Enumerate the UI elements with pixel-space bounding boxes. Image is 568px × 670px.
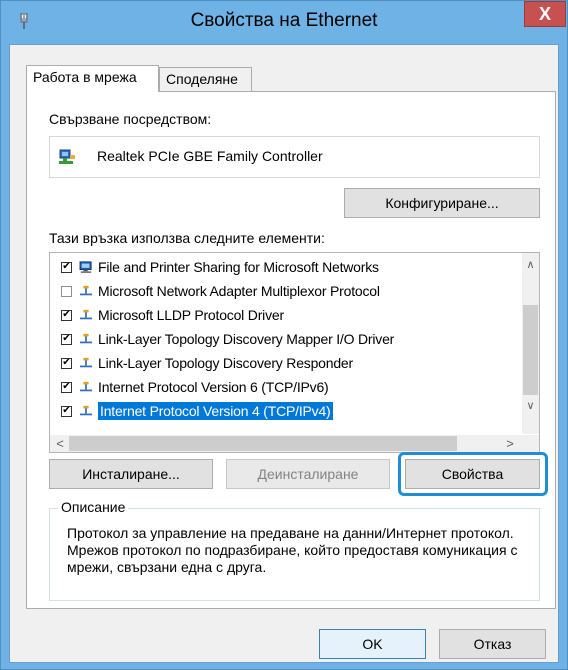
computer-icon [79,261,92,273]
title-bar[interactable]: Свойства на Ethernet X [1,1,567,44]
list-item[interactable]: ✔ Link-Layer Topology Discovery Mapper I/… [50,328,394,350]
cancel-button[interactable]: Отказ [439,629,546,659]
uninstall-button-label: Деинсталиране [257,466,359,482]
list-item[interactable]: ✔ Internet Protocol Version 4 (TCP/IPv4) [50,400,333,422]
item-checkbox[interactable]: ✔ [61,381,72,393]
list-item-label: Microsoft LLDP Protocol Driver [98,307,284,323]
close-icon: X [538,3,551,24]
configure-button-label: Конфигуриране... [385,195,499,211]
components-label: Тази връзка използва следните елементи: [49,230,325,246]
list-item-label: Internet Protocol Version 4 (TCP/IPv4) [98,402,333,420]
window-title: Свойства на Ethernet [190,10,378,31]
protocol-icon [80,381,92,392]
install-button-label: Инсталиране... [82,466,180,482]
scroll-up-icon[interactable]: ∧ [522,258,539,271]
horizontal-scroll-thumb[interactable] [69,436,457,451]
list-item-label: Link-Layer Topology Discovery Mapper I/O… [98,331,395,347]
tab-sharing[interactable]: Споделяне [159,67,252,91]
item-checkbox[interactable]: ✔ [61,405,72,417]
list-item-label: Link-Layer Topology Discovery Responder [98,355,353,371]
list-item-label: Internet Protocol Version 6 (TCP/IPv6) [98,379,329,395]
description-group: Описание Протокол за управление на преда… [49,499,540,601]
horizontal-scrollbar[interactable]: < > [50,435,523,452]
scroll-thumb[interactable] [523,305,538,395]
protocol-icon [80,333,92,344]
item-checkbox[interactable] [61,285,72,297]
close-button[interactable]: X [524,1,566,27]
ok-button[interactable]: OK [319,629,426,659]
adapter-name: Realtek PCIe GBE Family Controller [97,148,323,164]
install-button[interactable]: Инсталиране... [49,459,213,489]
properties-window: Свойства на Ethernet X Работа в мрежа Сп… [0,0,568,670]
list-item-label: Microsoft Network Adapter Multiplexor Pr… [98,283,380,299]
scroll-down-icon[interactable]: ∨ [522,399,539,412]
list-item[interactable]: ✔ Link-Layer Topology Discovery Responder [50,352,353,374]
dialog-client-area: Работа в мрежа Споделяне Свързване посре… [9,44,559,663]
item-checkbox[interactable]: ✔ [61,333,72,345]
protocol-icon [80,285,92,296]
networking-panel: Свързване посредством: Realtek PCIe GBE … [26,91,556,609]
description-title: Описание [58,499,129,515]
item-checkbox[interactable]: ✔ [61,357,72,369]
scroll-right-icon[interactable]: > [503,436,517,451]
description-text: Протокол за управление на предаване на д… [67,525,518,575]
ok-button-label: OK [362,636,383,652]
item-checkbox[interactable]: ✔ [61,261,72,273]
scroll-corner [522,435,539,452]
configure-button[interactable]: Конфигуриране... [344,188,540,218]
uninstall-button[interactable]: Деинсталиране [226,459,390,489]
properties-highlight [398,452,548,496]
tab-networking[interactable]: Работа в мрежа [26,65,159,92]
network-adapter-icon [59,149,75,164]
cancel-button-label: Отказ [473,636,512,652]
list-item[interactable]: ✔ Microsoft LLDP Protocol Driver [50,304,284,326]
components-list[interactable]: ✔ File and Printer Sharing for Microsoft … [49,252,540,453]
item-checkbox[interactable]: ✔ [61,309,72,321]
protocol-icon [80,405,92,416]
tab-networking-label: Работа в мрежа [33,69,137,85]
connect-using-label: Свързване посредством: [49,111,212,127]
adapter-field: Realtek PCIe GBE Family Controller [49,136,540,178]
tab-sharing-label: Споделяне [166,71,238,87]
list-item[interactable]: ✔ Internet Protocol Version 6 (TCP/IPv6) [50,376,329,398]
scroll-left-icon[interactable]: < [53,436,67,451]
list-item-label: File and Printer Sharing for Microsoft N… [98,259,379,275]
list-item[interactable]: ✔ File and Printer Sharing for Microsoft … [50,256,379,278]
vertical-scrollbar[interactable]: ∧ ∨ [522,253,539,434]
protocol-icon [80,357,92,368]
list-item[interactable]: Microsoft Network Adapter Multiplexor Pr… [50,280,380,302]
protocol-icon [80,309,92,320]
